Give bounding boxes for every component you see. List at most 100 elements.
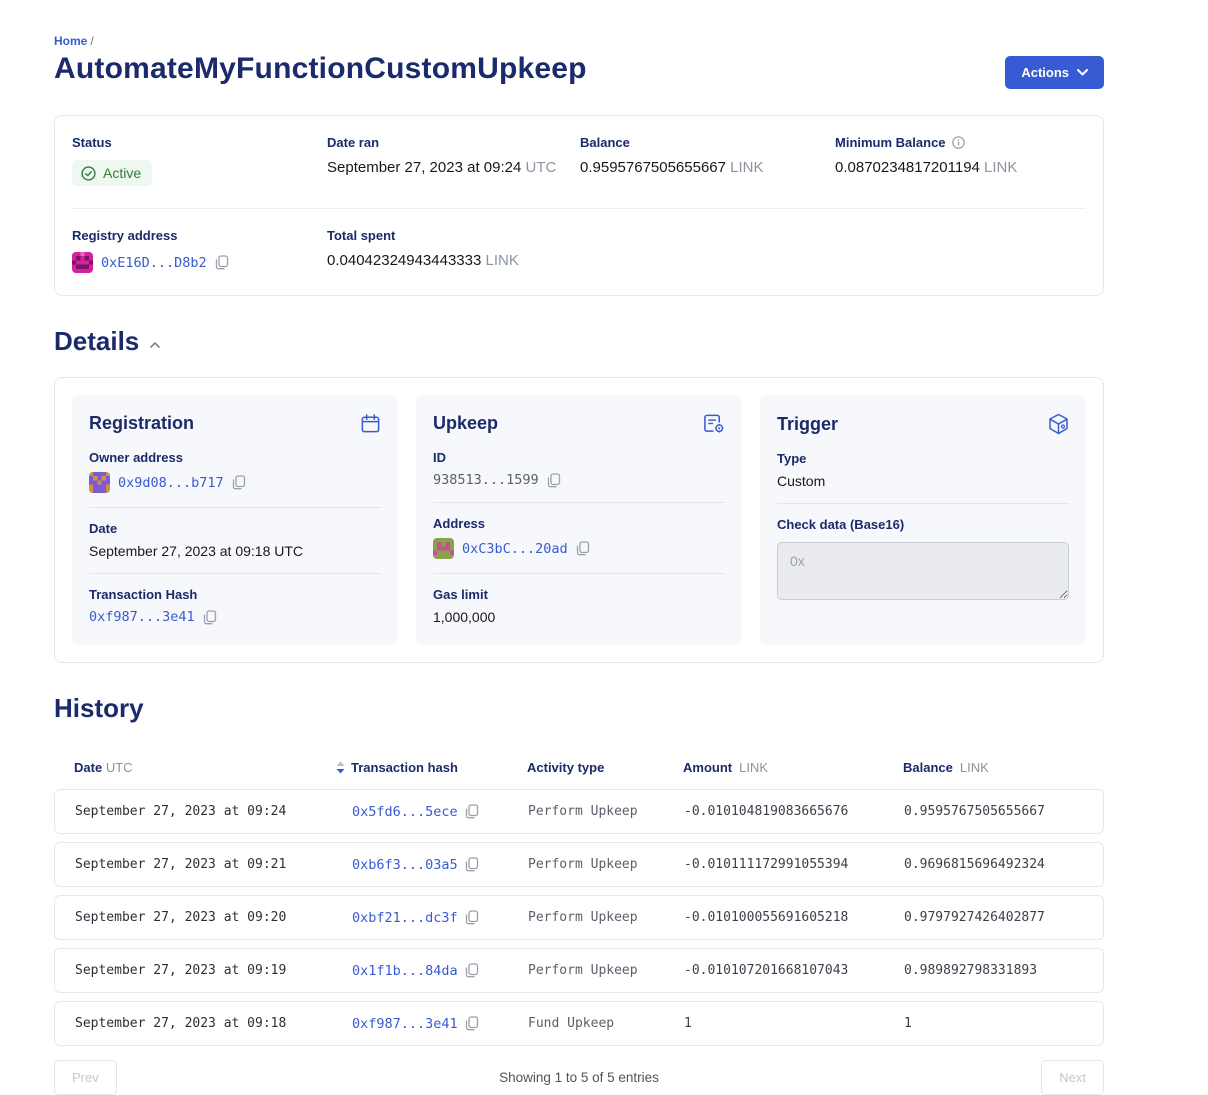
actions-button[interactable]: Actions	[1005, 56, 1104, 89]
copy-icon[interactable]	[547, 473, 561, 488]
column-header-amount: Amount LINK	[683, 760, 903, 775]
min-balance-suffix: LINK	[984, 159, 1017, 176]
copy-icon[interactable]	[465, 963, 479, 978]
tx-hash-label: Transaction Hash	[89, 587, 381, 602]
overview-row-2: Registry address 0xE16D...D8b2 Total spe…	[55, 209, 1103, 295]
row-date: September 27, 2023 at 09:18	[75, 1016, 352, 1031]
check-circle-icon	[81, 166, 96, 181]
owner-identicon	[89, 472, 110, 493]
row-activity: Perform Upkeep	[528, 804, 684, 819]
owner-address-link[interactable]: 0x9d08...b717	[118, 475, 224, 491]
row-activity: Fund Upkeep	[528, 1016, 684, 1031]
status-badge-text: Active	[103, 165, 141, 181]
copy-icon[interactable]	[215, 255, 229, 270]
upkeep-address-identicon	[433, 538, 454, 559]
prev-button[interactable]: Prev	[54, 1060, 117, 1095]
row-date: September 27, 2023 at 09:20	[75, 910, 352, 925]
row-balance: 0.9797927426402877	[904, 910, 1083, 925]
gas-limit-label: Gas limit	[433, 587, 725, 602]
row-hash-link[interactable]: 0xb6f3...03a5	[352, 857, 458, 873]
status-field: Status Active	[72, 135, 327, 186]
registry-address-link[interactable]: 0xE16D...D8b2	[101, 255, 207, 271]
total-spent-value: 0.04042324943443333	[327, 252, 481, 269]
date-column-label: Date	[74, 760, 102, 775]
date-ran-field: Date ran September 27, 2023 at 09:24 UTC	[327, 135, 580, 186]
pagination-summary: Showing 1 to 5 of 5 entries	[499, 1070, 659, 1085]
upkeep-id-value: 938513...1599	[433, 472, 539, 488]
balance-label: Balance	[580, 135, 835, 150]
column-header-balance: Balance LINK	[903, 760, 1084, 775]
min-balance-value: 0.0870234817201194	[835, 159, 980, 176]
registration-card: Registration Owner address 0x9d08...b717	[72, 395, 398, 645]
upkeep-address-label: Address	[433, 516, 725, 531]
overview-row-1: Status Active Date ran September 27, 202…	[55, 116, 1103, 208]
upkeep-card: Upkeep ID 938513...1599 Address	[416, 395, 742, 645]
column-header-activity: Activity type	[527, 760, 683, 775]
copy-icon[interactable]	[465, 910, 479, 925]
table-row: September 27, 2023 at 09:18 0xf987...3e4…	[54, 1001, 1104, 1046]
row-balance: 0.989892798331893	[904, 963, 1083, 978]
balance-field: Balance 0.9595767505655667 LINK	[580, 135, 835, 186]
row-hash-link[interactable]: 0xf987...3e41	[352, 1016, 458, 1032]
row-hash-link[interactable]: 0x1f1b...84da	[352, 963, 458, 979]
upkeep-address-link[interactable]: 0xC3bC...20ad	[462, 541, 568, 557]
registration-date-label: Date	[89, 521, 381, 536]
table-row: September 27, 2023 at 09:19 0x1f1b...84d…	[54, 948, 1104, 993]
row-hash-link[interactable]: 0x5fd6...5ece	[352, 804, 458, 820]
table-row: September 27, 2023 at 09:21 0xb6f3...03a…	[54, 842, 1104, 887]
registry-address-label: Registry address	[72, 228, 327, 243]
row-date: September 27, 2023 at 09:24	[75, 804, 352, 819]
row-balance: 0.9696815696492324	[904, 857, 1083, 872]
status-label: Status	[72, 135, 327, 150]
chevron-down-icon	[1077, 69, 1088, 76]
min-balance-label: Minimum Balance	[835, 135, 946, 150]
min-balance-field: Minimum Balance 0.0870234817201194 LINK	[835, 135, 1086, 186]
trigger-type-value: Custom	[777, 473, 1069, 489]
row-date: September 27, 2023 at 09:21	[75, 857, 352, 872]
copy-icon[interactable]	[465, 804, 479, 819]
date-ran-label: Date ran	[327, 135, 580, 150]
row-date: September 27, 2023 at 09:19	[75, 963, 352, 978]
row-balance: 0.9595767505655667	[904, 804, 1083, 819]
total-spent-field: Total spent 0.04042324943443333 LINK	[327, 228, 580, 273]
date-ran-value: September 27, 2023 at 09:24	[327, 159, 521, 176]
check-data-label: Check data (Base16)	[777, 517, 1069, 532]
overview-card: Status Active Date ran September 27, 202…	[54, 115, 1104, 296]
copy-icon[interactable]	[576, 541, 590, 556]
upkeep-title: Upkeep	[433, 413, 498, 434]
copy-icon[interactable]	[232, 475, 246, 490]
tx-hash-link[interactable]: 0xf987...3e41	[89, 609, 195, 625]
row-hash-cell: 0xbf21...dc3f	[352, 910, 528, 926]
info-icon[interactable]	[952, 136, 965, 149]
total-spent-suffix: LINK	[486, 252, 519, 269]
check-data-input[interactable]	[777, 542, 1069, 600]
registry-address-field: Registry address 0xE16D...D8b2	[72, 228, 327, 273]
registration-title: Registration	[89, 413, 194, 434]
page-container: Home/ AutomateMyFunctionCustomUpkeep Act…	[54, 0, 1104, 1095]
row-amount: -0.010104819083665676	[684, 804, 904, 819]
details-collapse-toggle[interactable]	[148, 340, 162, 350]
details-section-head: Details	[54, 326, 1104, 357]
sort-icon[interactable]	[336, 761, 345, 774]
row-amount: -0.010111172991055394	[684, 857, 904, 872]
page-title: AutomateMyFunctionCustomUpkeep	[54, 52, 587, 86]
copy-icon[interactable]	[465, 857, 479, 872]
total-spent-label: Total spent	[327, 228, 580, 243]
row-hash-link[interactable]: 0xbf21...dc3f	[352, 910, 458, 926]
next-button[interactable]: Next	[1041, 1060, 1104, 1095]
row-activity: Perform Upkeep	[528, 963, 684, 978]
document-gear-icon	[703, 413, 725, 434]
row-hash-cell: 0x1f1b...84da	[352, 963, 528, 979]
column-header-date[interactable]: Date UTC	[74, 760, 351, 775]
date-ran-suffix: UTC	[525, 159, 556, 176]
cube-icon	[1048, 413, 1069, 435]
details-heading: Details	[54, 326, 139, 357]
balance-suffix: LINK	[730, 159, 763, 176]
copy-icon[interactable]	[465, 1016, 479, 1031]
copy-icon[interactable]	[203, 610, 217, 625]
trigger-type-label: Type	[777, 451, 1069, 466]
row-hash-cell: 0xb6f3...03a5	[352, 857, 528, 873]
trigger-card: Trigger Type Custom Check data (Base16)	[760, 395, 1086, 645]
breadcrumb-home-link[interactable]: Home	[54, 34, 87, 48]
history-table-header: Date UTC Transaction hash Activity type …	[54, 752, 1104, 789]
